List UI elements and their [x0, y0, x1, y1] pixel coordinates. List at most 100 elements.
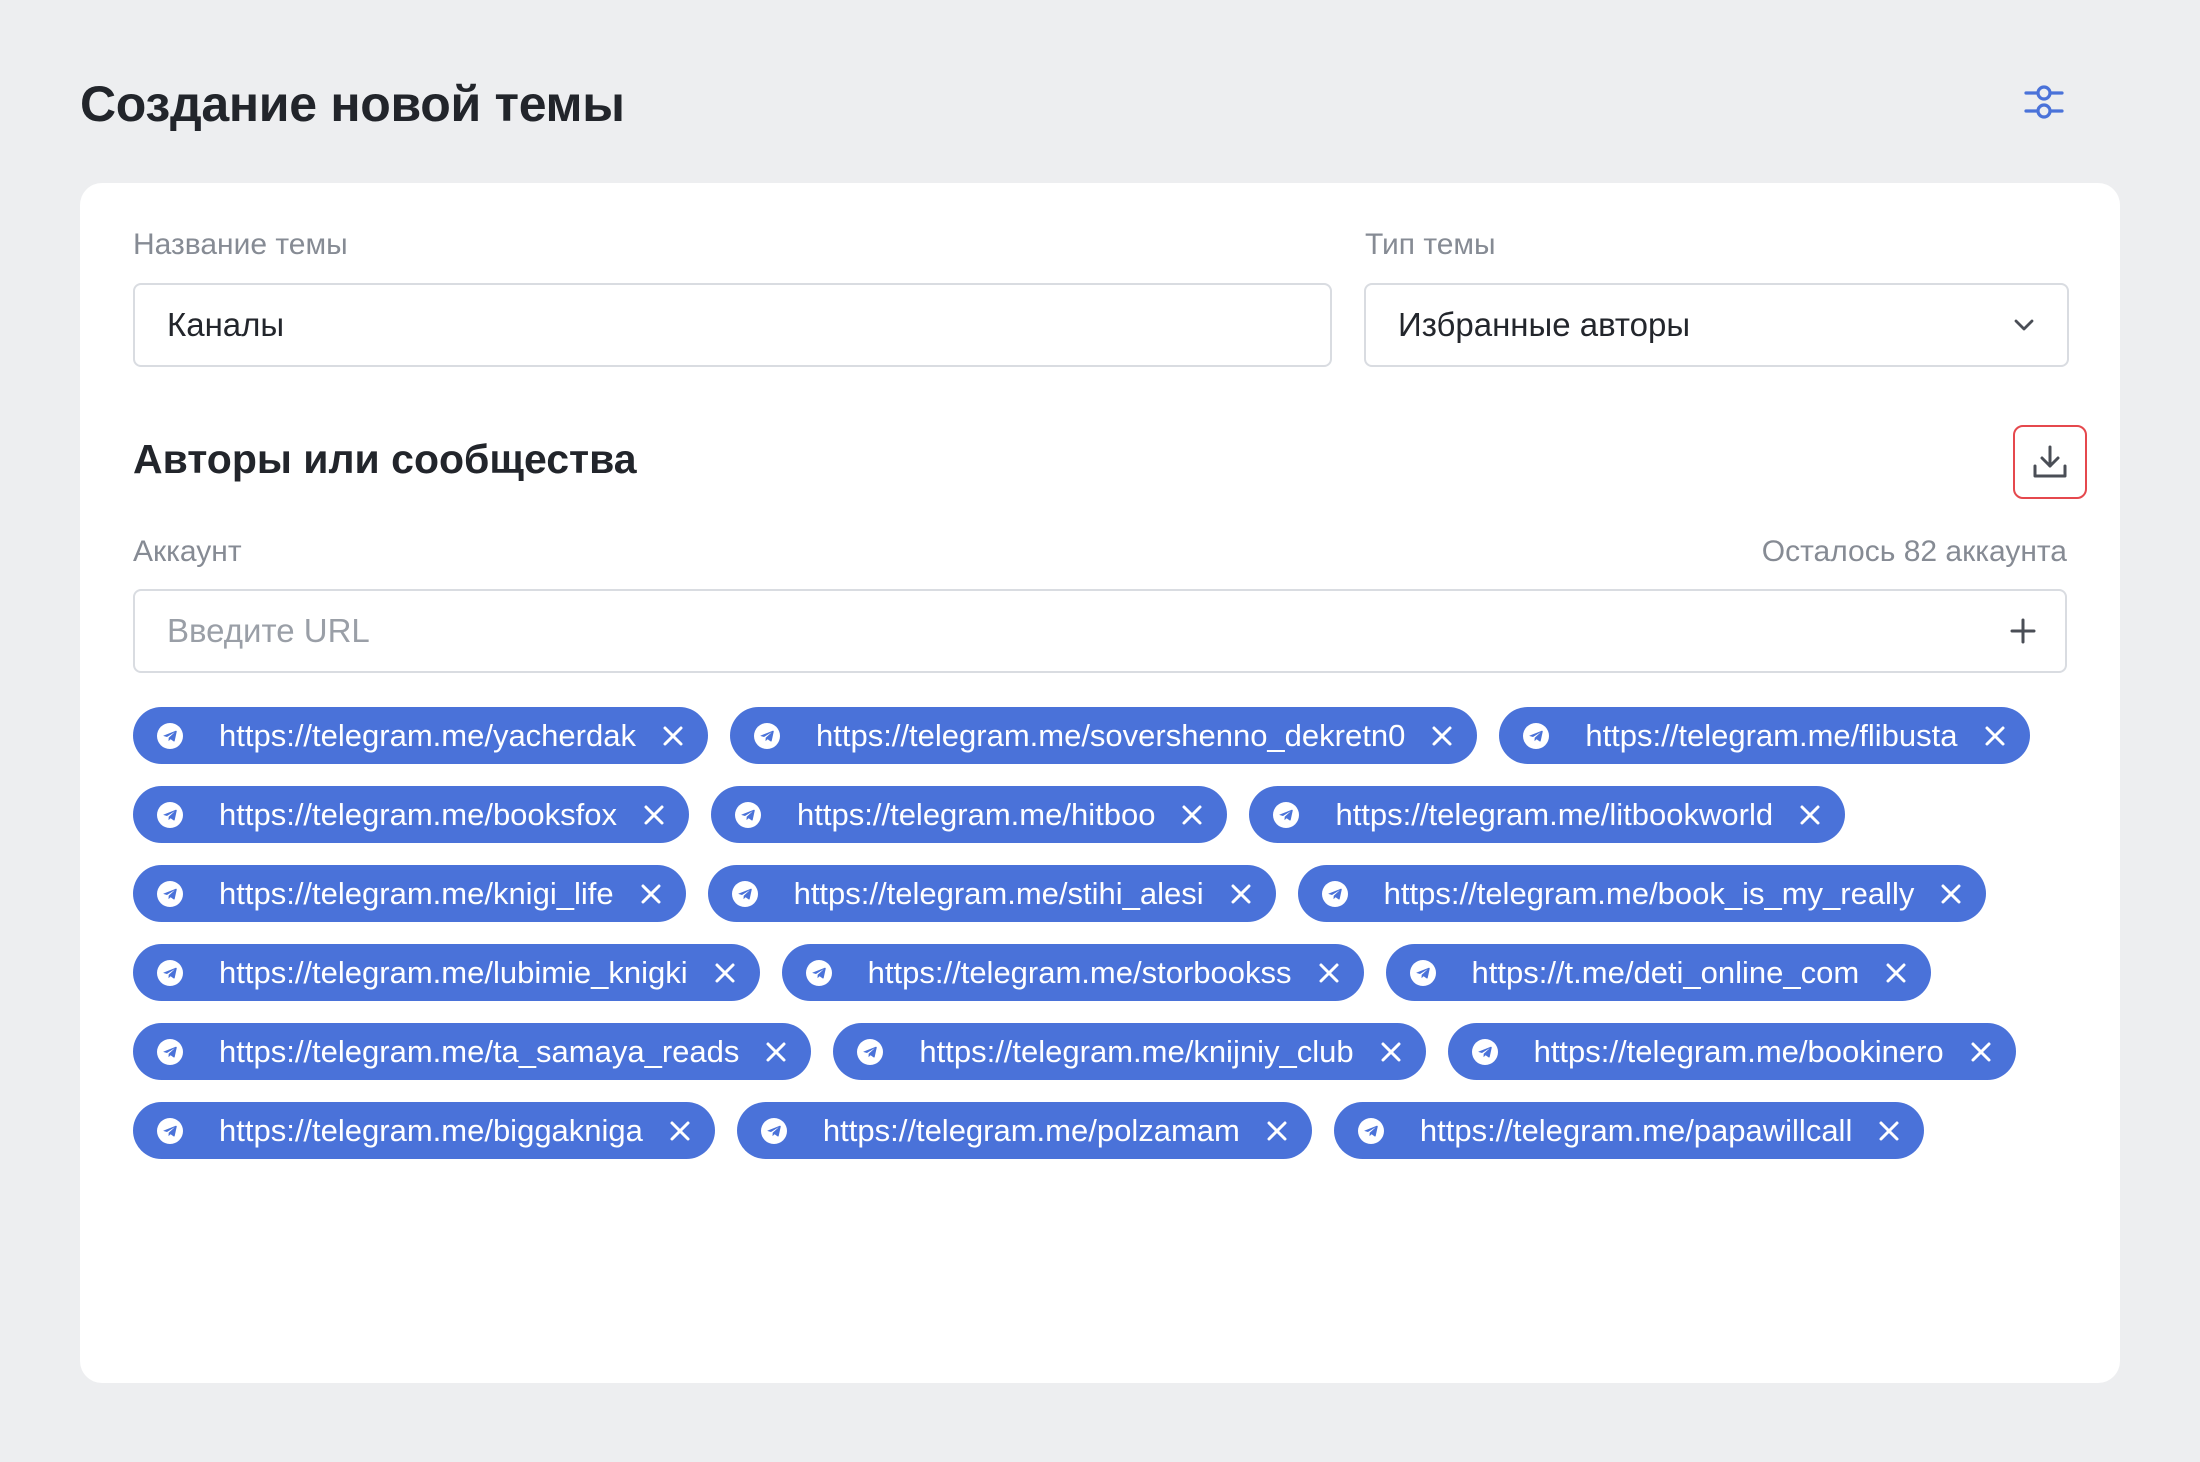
theme-type-value: Избранные авторы [1398, 306, 1691, 343]
account-tag: https://telegram.me/knigi_life [133, 865, 686, 922]
remove-tag-button[interactable] [1427, 721, 1457, 751]
telegram-icon [157, 722, 183, 749]
account-tag-url: https://telegram.me/knigi_life [219, 876, 614, 911]
account-tag-url: https://telegram.me/yacherdak [219, 718, 636, 753]
telegram-icon [760, 1117, 787, 1144]
theme-type-select[interactable]: Избранные авторы [1364, 283, 2069, 367]
close-icon [1182, 805, 1202, 824]
account-tag-url: https://t.me/deti_online_com [1471, 955, 1860, 990]
telegram-icon [1357, 1117, 1384, 1144]
remove-tag-button[interactable] [1936, 879, 1966, 909]
close-icon [766, 1042, 786, 1061]
account-tag: https://telegram.me/lubimie_knigki [133, 944, 760, 1001]
telegram-icon [157, 880, 183, 907]
close-icon [1971, 1042, 1991, 1061]
theme-name-field[interactable] [133, 283, 1332, 367]
settings-button[interactable] [2018, 76, 2070, 128]
telegram-icon [805, 959, 832, 986]
close-icon [1231, 884, 1251, 903]
close-icon [1381, 1042, 1401, 1061]
url-input[interactable] [167, 612, 2003, 650]
account-tag: https://telegram.me/yacherdak [133, 707, 708, 764]
telegram-icon [1409, 959, 1436, 986]
telegram-icon [1523, 722, 1550, 749]
close-icon [1800, 805, 1820, 824]
account-tag-url: https://telegram.me/stihi_alesi [793, 876, 1204, 911]
close-icon [663, 726, 683, 745]
close-icon [1941, 884, 1961, 903]
account-tag: https://telegram.me/litbookworld [1249, 786, 1846, 843]
close-icon [1267, 1121, 1287, 1140]
account-tag: https://t.me/deti_online_com [1385, 944, 1932, 1001]
remove-tag-button[interactable] [1226, 879, 1256, 909]
download-icon [2033, 445, 2067, 478]
account-tag: https://telegram.me/polzamam [736, 1102, 1312, 1159]
remove-tag-button[interactable] [761, 1037, 791, 1067]
account-tag-url: https://telegram.me/hitboo [797, 797, 1156, 832]
remove-tag-button[interactable] [1795, 800, 1825, 830]
telegram-icon [1321, 880, 1348, 907]
account-tag: https://telegram.me/sovershenno_dekretn0 [729, 707, 1478, 764]
page: Создание новой темы Название темы Тип те… [0, 0, 2200, 1462]
import-button[interactable] [2013, 425, 2087, 499]
telegram-icon [1273, 801, 1300, 828]
authors-section-title: Авторы или сообщества [133, 436, 637, 482]
account-tag: https://telegram.me/flibusta [1499, 707, 2030, 764]
remove-tag-button[interactable] [1980, 721, 2010, 751]
account-label: Аккаунт [133, 535, 242, 568]
sliders-icon [2024, 85, 2064, 119]
close-icon [1319, 963, 1338, 982]
remove-tag-button[interactable] [1262, 1116, 1292, 1146]
account-tag-url: https://telegram.me/book_is_my_really [1383, 876, 1915, 911]
account-tag: https://telegram.me/book_is_my_really [1297, 865, 1987, 922]
remove-tag-button[interactable] [658, 721, 688, 751]
close-icon [670, 1121, 690, 1140]
account-tag-url: https://telegram.me/sovershenno_dekretn0 [815, 718, 1406, 753]
remove-tag-button[interactable] [1881, 958, 1911, 988]
account-tag: https://telegram.me/knijniy_club [833, 1023, 1426, 1080]
close-icon [1879, 1121, 1899, 1140]
account-tag: https://telegram.me/hitboo [711, 786, 1228, 843]
account-tag: https://telegram.me/ta_samaya_reads [133, 1023, 812, 1080]
account-tag-url: https://telegram.me/bookinero [1533, 1034, 1944, 1069]
theme-name-label: Название темы [133, 228, 348, 261]
close-icon [715, 963, 735, 982]
account-tag-url: https://telegram.me/booksfox [219, 797, 618, 832]
account-tag: https://telegram.me/bookinero [1447, 1023, 2016, 1080]
account-tag-url: https://telegram.me/biggakniga [219, 1113, 643, 1148]
account-tag: https://telegram.me/storbookss [781, 944, 1364, 1001]
remove-tag-button[interactable] [1966, 1037, 1996, 1067]
telegram-icon [157, 959, 183, 986]
remaining-accounts-text: Осталось 82 аккаунта [1761, 535, 2067, 568]
telegram-icon [157, 1117, 183, 1144]
account-tag: https://telegram.me/papawillcall [1333, 1102, 1925, 1159]
remove-tag-button[interactable] [1874, 1116, 1904, 1146]
remove-tag-button[interactable] [1314, 958, 1344, 988]
theme-name-input[interactable] [167, 306, 1298, 344]
account-tag-url: https://telegram.me/polzamam [822, 1113, 1240, 1148]
account-tag: https://telegram.me/biggakniga [133, 1102, 715, 1159]
close-icon [1985, 726, 2004, 745]
remove-tag-button[interactable] [1177, 800, 1207, 830]
remove-tag-button[interactable] [639, 800, 669, 830]
account-tag-url: https://telegram.me/ta_samaya_reads [219, 1034, 740, 1069]
account-tag-url: https://telegram.me/flibusta [1585, 718, 1958, 753]
theme-form-card: Название темы Тип темы Избранные авторы … [80, 183, 2120, 1383]
telegram-icon [731, 880, 758, 907]
page-title: Создание новой темы [80, 76, 625, 132]
account-tag: https://telegram.me/stihi_alesi [707, 865, 1276, 922]
close-icon [1886, 963, 1906, 982]
account-tag-url: https://telegram.me/knijniy_club [919, 1034, 1354, 1069]
account-tags: https://telegram.me/yacherdak https://tel… [133, 707, 2093, 1159]
remove-tag-button[interactable] [665, 1116, 695, 1146]
url-field[interactable] [133, 589, 2067, 673]
telegram-icon [857, 1038, 884, 1065]
remove-tag-button[interactable] [636, 879, 666, 909]
telegram-icon [157, 801, 183, 828]
plus-icon [2010, 618, 2036, 644]
account-tag-url: https://telegram.me/lubimie_knigki [219, 955, 688, 990]
remove-tag-button[interactable] [710, 958, 740, 988]
add-url-button[interactable] [2003, 611, 2043, 651]
account-tag: https://telegram.me/booksfox [133, 786, 690, 843]
remove-tag-button[interactable] [1376, 1037, 1406, 1067]
